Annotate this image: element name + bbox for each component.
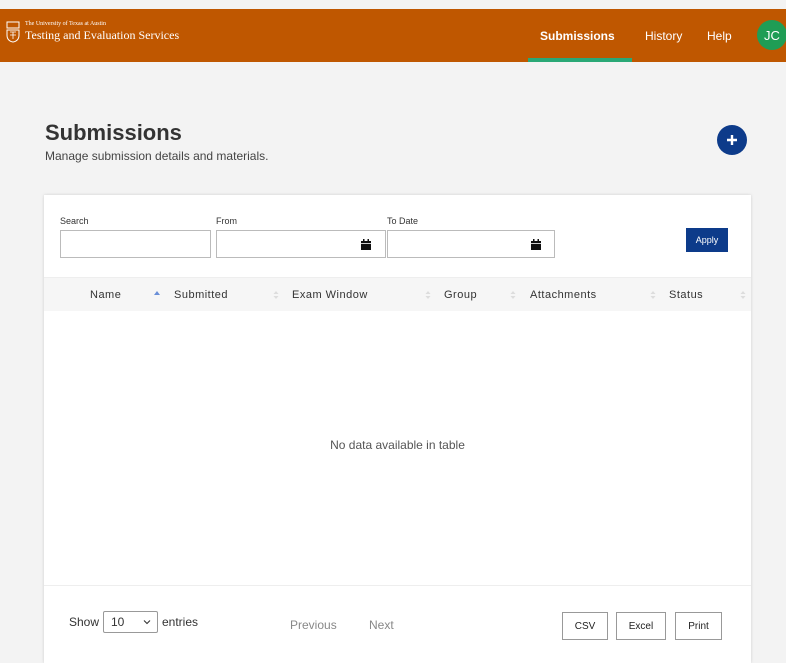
entries-value: 10	[111, 615, 125, 629]
column-header-name[interactable]: Name	[90, 278, 121, 312]
previous-page-button[interactable]: Previous	[290, 618, 337, 632]
column-header-exam-window[interactable]: Exam Window	[292, 278, 368, 312]
brand-department: Testing and Evaluation Services	[25, 28, 180, 42]
nav-help[interactable]: Help	[707, 9, 732, 62]
print-button[interactable]: Print	[675, 612, 722, 640]
calendar-icon[interactable]	[530, 239, 542, 251]
nav-history[interactable]: History	[645, 9, 682, 62]
table-header: Name Submitted Exam Window Group Attachm…	[44, 277, 751, 311]
plus-icon	[727, 135, 737, 145]
sort-both-icon[interactable]	[273, 290, 279, 300]
top-navbar: The University of Texas at Austin Testin…	[0, 9, 786, 62]
export-csv-button[interactable]: CSV	[562, 612, 608, 640]
entries-per-page-select[interactable]: 10	[103, 611, 158, 633]
show-label: Show	[69, 615, 100, 629]
nav-submissions[interactable]: Submissions	[540, 9, 615, 62]
column-header-group[interactable]: Group	[444, 278, 477, 312]
user-avatar[interactable]: JC	[757, 20, 786, 50]
add-submission-button[interactable]	[717, 125, 747, 155]
calendar-icon[interactable]	[360, 239, 372, 251]
apply-button[interactable]: Apply	[686, 228, 728, 252]
sort-ascending-icon[interactable]	[154, 290, 160, 300]
brand-logo[interactable]: The University of Texas at Austin Testin…	[6, 21, 179, 43]
empty-table-message: No data available in table	[330, 438, 465, 452]
from-label: From	[216, 216, 237, 226]
sort-both-icon[interactable]	[510, 290, 516, 300]
next-page-button[interactable]: Next	[369, 618, 394, 632]
page-subtitle: Manage submission details and materials.	[45, 149, 269, 163]
export-excel-button[interactable]: Excel	[616, 612, 666, 640]
column-header-attachments[interactable]: Attachments	[530, 278, 597, 312]
submissions-card: Search From To Date Apply Name Submitted…	[44, 195, 751, 663]
entries-label: entries	[162, 615, 199, 629]
sort-both-icon[interactable]	[740, 290, 746, 300]
ut-seal-icon	[6, 21, 20, 43]
nav-active-indicator	[528, 58, 632, 62]
divider	[44, 585, 751, 586]
column-header-submitted[interactable]: Submitted	[174, 278, 228, 312]
brand-university: The University of Texas at Austin	[25, 21, 106, 27]
sort-both-icon[interactable]	[425, 290, 431, 300]
chevron-down-icon	[143, 620, 151, 625]
search-label: Search	[60, 216, 89, 226]
to-date-label: To Date	[387, 216, 419, 226]
page-title: Submissions	[45, 120, 182, 145]
to-date-input[interactable]	[387, 230, 555, 258]
from-date-input[interactable]	[216, 230, 386, 258]
search-input[interactable]	[60, 230, 211, 258]
sort-both-icon[interactable]	[650, 290, 656, 300]
column-header-status[interactable]: Status	[669, 278, 703, 312]
